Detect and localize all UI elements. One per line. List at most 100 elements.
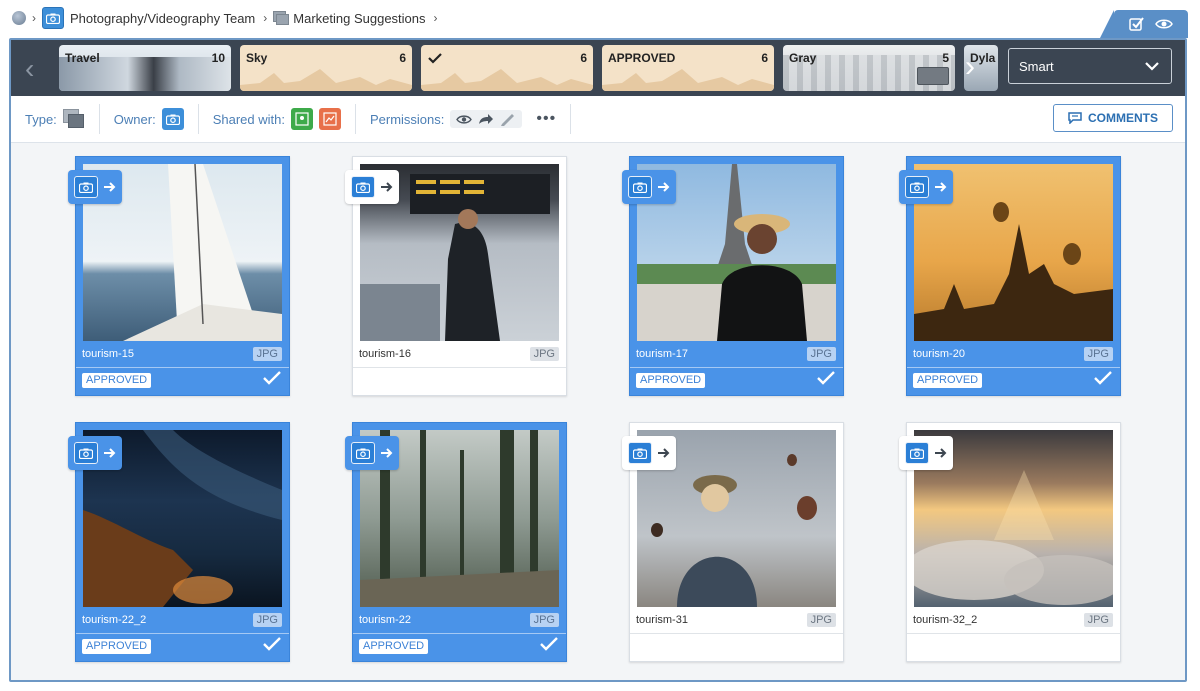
status-badge: APPROVED — [82, 639, 152, 654]
asset-name[interactable]: tourism-32_2 — [913, 614, 977, 626]
asset-card[interactable]: tourism-31 JPG — [622, 422, 844, 662]
sort-select[interactable]: Smart — [1008, 48, 1172, 84]
shared-group: Shared with: — [199, 104, 356, 134]
asset-name[interactable]: tourism-17 — [636, 348, 688, 360]
permissions-icons[interactable] — [450, 110, 523, 128]
asset-name[interactable]: tourism-22_2 — [82, 614, 146, 626]
owner-badge[interactable] — [345, 436, 399, 470]
chevron-right-icon: › — [263, 11, 268, 25]
divider — [353, 367, 566, 368]
status-badge: APPROVED — [636, 373, 706, 388]
comment-icon — [1068, 112, 1082, 124]
camera-icon — [351, 176, 375, 198]
status-badge: APPROVED — [82, 373, 152, 388]
view-toggle-tab[interactable] — [1100, 10, 1188, 38]
arrow-right-icon — [381, 448, 393, 458]
arrow-right-icon — [381, 182, 393, 192]
view-permission-icon — [456, 114, 473, 124]
breadcrumb: › Photography/Videography Team › Marketi… — [12, 6, 444, 30]
filter-chip-approved[interactable]: APPROVED 6 — [602, 45, 774, 91]
eye-icon[interactable] — [1155, 18, 1173, 30]
asset-card[interactable]: tourism-16 JPG — [345, 156, 567, 396]
breadcrumb-item-team[interactable]: Photography/Videography Team — [70, 11, 255, 26]
arrow-right-icon — [658, 448, 670, 458]
chevron-down-icon — [1145, 61, 1159, 71]
camera-icon[interactable] — [161, 108, 184, 130]
more-icon[interactable]: ••• — [536, 110, 556, 128]
asset-name[interactable]: tourism-31 — [636, 614, 688, 626]
asset-card[interactable]: tourism-22 JPG APPROVED — [345, 422, 567, 662]
owner-badge[interactable] — [345, 170, 399, 204]
chevron-left-icon[interactable]: ‹ — [25, 54, 47, 84]
arrow-right-icon — [104, 182, 116, 192]
camera-icon — [351, 442, 375, 464]
gray-swatch — [917, 67, 949, 85]
divider — [907, 367, 1120, 368]
checkmark-icon[interactable] — [263, 637, 281, 651]
chevron-right-icon[interactable]: › — [965, 50, 987, 86]
divider — [76, 633, 289, 634]
asset-name[interactable]: tourism-20 — [913, 348, 965, 360]
checkmark-icon[interactable] — [540, 637, 558, 651]
checkmark-icon — [428, 53, 442, 64]
divider — [353, 633, 566, 634]
asset-card[interactable]: tourism-15 JPG APPROVED — [68, 156, 290, 396]
camera-icon — [905, 442, 929, 464]
arrow-right-icon — [935, 182, 947, 192]
camera-icon — [42, 7, 64, 29]
breadcrumb-item-collection[interactable]: Marketing Suggestions — [293, 11, 425, 26]
file-type-badge: JPG — [529, 347, 559, 361]
asset-card[interactable]: tourism-32_2 JPG — [899, 422, 1121, 662]
asset-name[interactable]: tourism-16 — [359, 348, 411, 360]
globe-icon[interactable] — [12, 11, 26, 25]
asset-card[interactable]: tourism-17 JPG APPROVED — [622, 156, 844, 396]
owner-group: Owner: — [100, 104, 199, 134]
edit-permission-icon — [501, 114, 515, 126]
arrow-right-icon — [935, 448, 947, 458]
filter-chip-checked[interactable]: 6 — [421, 45, 593, 91]
file-type-badge: JPG — [806, 613, 836, 627]
camera-icon — [628, 176, 652, 198]
owner-badge[interactable] — [899, 436, 953, 470]
checkmark-icon[interactable] — [1094, 371, 1112, 385]
chevron-right-icon: › — [32, 11, 36, 25]
owner-badge[interactable] — [622, 436, 676, 470]
camera-icon — [628, 442, 652, 464]
collection-icon — [273, 11, 290, 25]
divider — [76, 367, 289, 368]
team-orange-icon[interactable] — [318, 108, 341, 130]
file-type-badge: JPG — [529, 613, 559, 627]
camera-icon — [74, 442, 98, 464]
asset-name[interactable]: tourism-22 — [359, 614, 411, 626]
share-permission-icon — [479, 114, 494, 124]
camera-icon — [905, 176, 929, 198]
asset-card[interactable]: tourism-20 JPG APPROVED — [899, 156, 1121, 396]
file-type-badge: JPG — [252, 347, 282, 361]
owner-badge[interactable] — [899, 170, 953, 204]
divider — [630, 367, 843, 368]
arrow-right-icon — [658, 182, 670, 192]
asset-name[interactable]: tourism-15 — [82, 348, 134, 360]
owner-badge[interactable] — [622, 170, 676, 204]
asset-panel: ‹ Travel 10 Sky 6 6 APPROVED 6 Gray 5 Dy… — [9, 38, 1187, 682]
owner-badge[interactable] — [68, 170, 122, 204]
file-type-badge: JPG — [252, 613, 282, 627]
filter-chip-travel[interactable]: Travel 10 — [59, 45, 231, 91]
comments-button[interactable]: COMMENTS — [1053, 104, 1173, 132]
filter-chip-gray[interactable]: Gray 5 — [783, 45, 955, 91]
file-type-badge: JPG — [1083, 347, 1113, 361]
checkmark-icon[interactable] — [817, 371, 835, 385]
arrow-right-icon — [104, 448, 116, 458]
checkmark-icon[interactable] — [263, 371, 281, 385]
checkbox-icon[interactable] — [1129, 17, 1145, 31]
collection-icon — [62, 109, 85, 129]
asset-meta-bar: Type: Owner: Shared with: Permissions: •… — [11, 96, 1185, 143]
camera-icon — [74, 176, 98, 198]
permissions-group: Permissions: ••• — [356, 104, 572, 134]
asset-card[interactable]: tourism-22_2 JPG APPROVED — [68, 422, 290, 662]
filter-chip-sky[interactable]: Sky 6 — [240, 45, 412, 91]
team-green-icon[interactable] — [290, 108, 313, 130]
owner-badge[interactable] — [68, 436, 122, 470]
file-type-badge: JPG — [1083, 613, 1113, 627]
file-type-badge: JPG — [806, 347, 836, 361]
